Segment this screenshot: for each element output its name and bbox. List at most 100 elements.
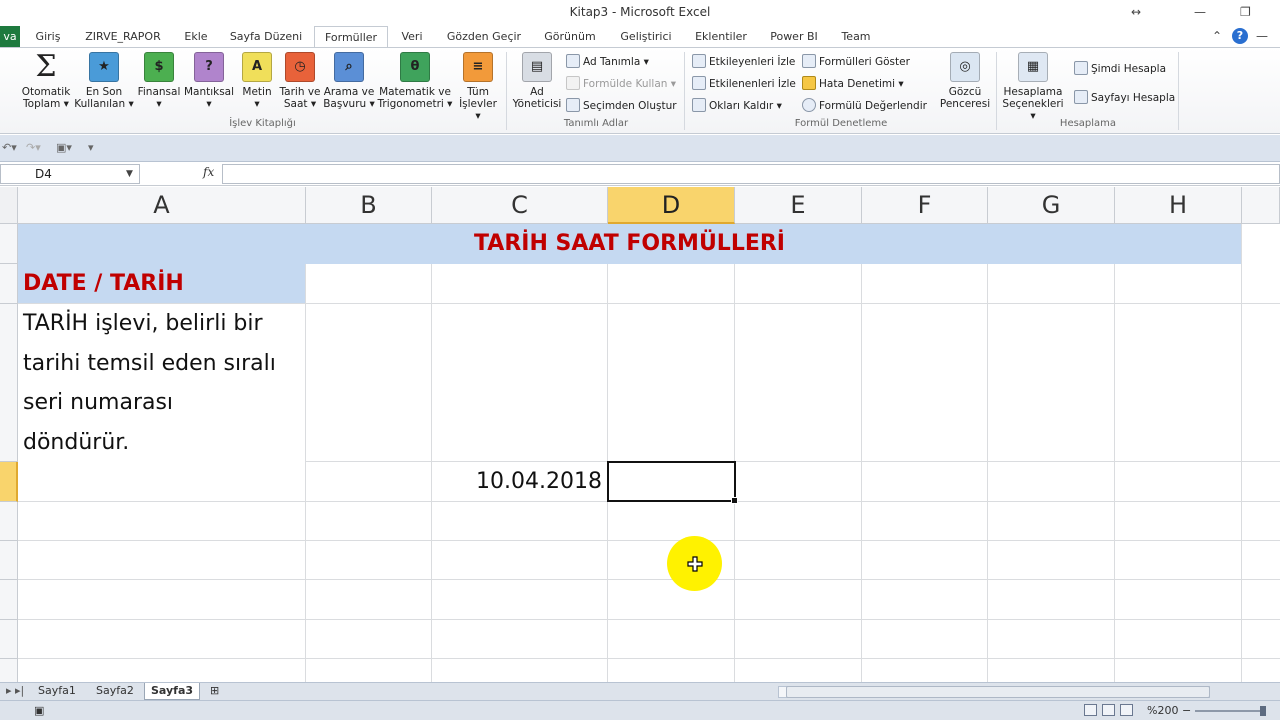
tab-formulas[interactable]: Formüller [314,26,388,48]
cell-c4[interactable]: 10.04.2018 [432,462,607,501]
tab-addins[interactable]: Eklentiler [688,26,754,48]
row-header[interactable] [0,659,18,682]
insert-function-icon[interactable]: fx [203,165,214,179]
sheet-tab-2[interactable]: Sayfa2 [90,683,140,700]
show-formulas-button[interactable]: Formülleri Göster [802,53,910,71]
redo-icon[interactable]: ↷▾ [26,141,41,154]
cell-a3[interactable]: TARİH işlevi, belirli bir tarihi temsil … [18,304,305,462]
table-icon [566,98,580,112]
financial-button[interactable]: $ Finansal ▾ [136,52,182,110]
tab-review[interactable]: Gözden Geçir [444,26,524,48]
use-in-formula-button[interactable]: Formülde Kullan ▾ [566,75,676,93]
page-layout-view-icon[interactable] [1102,704,1115,716]
column-header-b[interactable]: B [306,187,432,224]
tab-view[interactable]: Görünüm [538,26,602,48]
calc-now-button[interactable]: Şimdi Hesapla [1074,60,1166,78]
zoom-level[interactable]: %200 [1147,704,1178,717]
row-header[interactable] [0,580,18,620]
gridline [734,224,735,682]
calc-now-icon [1074,61,1088,75]
ribbon-collapse-icon[interactable]: ⌃ [1212,24,1222,48]
fill-handle[interactable] [731,497,738,504]
sheet-tab-1[interactable]: Sayfa1 [32,683,82,700]
evaluate-formula-button[interactable]: Formülü Değerlendir [802,97,927,115]
row-header[interactable] [0,541,18,580]
sheet-tab-3[interactable]: Sayfa3 [144,683,201,700]
tab-zirve-rapor[interactable]: ZIRVE_RAPOR [80,26,166,48]
zoom-out-icon[interactable]: − [1182,704,1191,717]
gridline [18,579,1280,580]
define-name-button[interactable]: Ad Tanımla ▾ [566,53,649,71]
gridline [431,224,432,682]
tab-file[interactable]: va [0,26,20,48]
column-header-h[interactable]: H [1115,187,1242,224]
tab-page-layout[interactable]: Sayfa Düzeni [226,26,306,48]
row-header[interactable] [0,264,18,304]
new-sheet-icon[interactable]: ⊞ [204,683,225,700]
minimize-icon[interactable]: — [1194,0,1206,24]
zoom-slider[interactable] [1195,710,1265,712]
formula-input[interactable] [222,164,1280,184]
normal-view-icon[interactable] [1084,704,1097,716]
macro-record-icon[interactable]: ▣ [34,704,44,717]
remove-arrows-button[interactable]: Okları Kaldır ▾ [692,97,782,115]
tab-power-bi[interactable]: Power BI [764,26,824,48]
formula-bar: D4 ▼ fx [0,162,1280,186]
column-header-a[interactable]: A [18,187,306,224]
watch-window-button[interactable]: ◎ Gözcü Penceresi [938,52,992,110]
tab-team[interactable]: Team [836,26,876,48]
autosum-button[interactable]: Σ Otomatik Toplam ▾ [20,52,72,111]
title-cell[interactable]: TARİH SAAT FORMÜLLERİ [18,224,1241,264]
zoom-slider-thumb[interactable] [1260,706,1266,716]
calc-sheet-button[interactable]: Sayfayı Hesapla [1074,89,1175,107]
column-header-f[interactable]: F [862,187,988,224]
column-header-c[interactable]: C [432,187,608,224]
trace-dependents-button[interactable]: Etkilenenleri İzle [692,75,796,93]
logical-button[interactable]: ? Mantıksal ▾ [183,52,235,110]
tab-data[interactable]: Veri [394,26,430,48]
tab-developer[interactable]: Geliştirici [614,26,678,48]
tab-insert[interactable]: Ekle [176,26,216,48]
sheet-nav-icon[interactable]: ▸ ▸| [0,683,30,700]
page-break-view-icon[interactable] [1120,704,1133,716]
column-header-d[interactable]: D [608,187,735,224]
error-checking-button[interactable]: Hata Denetimi ▾ [802,75,904,93]
name-box-dropdown-icon[interactable]: ▼ [126,164,133,184]
lookup-button[interactable]: ⌕ Arama ve Başvuru ▾ [323,52,375,110]
restore-icon[interactable]: ❐ [1240,0,1251,24]
ribbon-minimize-icon[interactable]: — [1256,24,1268,48]
undo-icon[interactable]: ↶▾ [2,141,17,154]
row-header[interactable] [0,224,18,264]
row-header-selected[interactable] [0,462,18,502]
column-header-e[interactable]: E [735,187,862,224]
math-trig-button[interactable]: θ Matematik ve Trigonometri ▾ [376,52,454,110]
column-header-g[interactable]: G [988,187,1115,224]
worksheet-grid[interactable]: A B C D E F G H TARİH SAAT FORMÜLLERİ DA… [0,187,1280,682]
name-box[interactable]: D4 [0,164,140,184]
customize-qat-icon[interactable]: ▾ [88,141,94,154]
fx-icon [566,76,580,90]
trace-precedents-button[interactable]: Etkileyenleri İzle [692,53,795,71]
active-cell-d4[interactable] [607,461,736,502]
create-from-selection-button[interactable]: Seçimden Oluştur [566,97,677,115]
recent-used-button[interactable]: ★ En Son Kullanılan ▾ [73,52,135,110]
column-header-i[interactable] [1242,187,1280,224]
row-header[interactable] [0,620,18,659]
text-button[interactable]: A Metin ▾ [238,52,276,110]
calc-options-button[interactable]: ▦ Hesaplama Seçenekleri ▾ [1000,52,1066,122]
tag-icon [566,54,580,68]
help-icon[interactable]: ? [1232,28,1248,44]
cell-a2[interactable]: DATE / TARİH [18,264,305,303]
text-book-icon: A [242,52,272,82]
scrollbar-thumb[interactable] [786,686,1210,698]
datetime-button[interactable]: ◷ Tarih ve Saat ▾ [277,52,323,110]
star-book-icon: ★ [89,52,119,82]
all-functions-button[interactable]: ≡ Tüm İşlevler ▾ [455,52,501,122]
row-header[interactable] [0,502,18,541]
paste-icon[interactable]: ▣▾ [56,141,72,154]
tab-home[interactable]: Giriş [28,26,68,48]
row-header[interactable] [0,304,18,462]
resize-icon[interactable]: ↔ [1131,0,1141,24]
select-all-corner[interactable] [0,187,18,224]
name-manager-button[interactable]: ▤ Ad Yöneticisi [510,52,564,110]
